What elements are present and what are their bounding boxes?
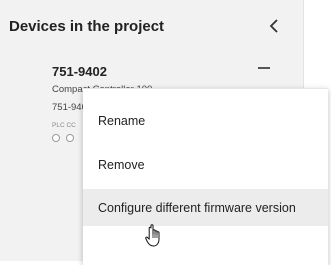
context-menu: Rename Remove Configure different firmwa… xyxy=(83,88,328,265)
minus-icon[interactable] xyxy=(256,62,272,74)
menu-item-remove[interactable]: Remove xyxy=(83,146,328,183)
panel-title: Devices in the project xyxy=(9,18,165,35)
hand-pointer-icon xyxy=(144,223,166,249)
menu-item-rename[interactable]: Rename xyxy=(83,102,328,139)
device-options xyxy=(52,134,74,142)
radio-option[interactable] xyxy=(52,134,60,142)
menu-item-configure-firmware[interactable]: Configure different firmware version xyxy=(83,189,328,226)
device-name: 751-9402 xyxy=(52,64,107,79)
chevron-left-icon[interactable] xyxy=(266,17,282,35)
device-tag: PLC CC xyxy=(52,122,76,129)
radio-option[interactable] xyxy=(66,134,74,142)
